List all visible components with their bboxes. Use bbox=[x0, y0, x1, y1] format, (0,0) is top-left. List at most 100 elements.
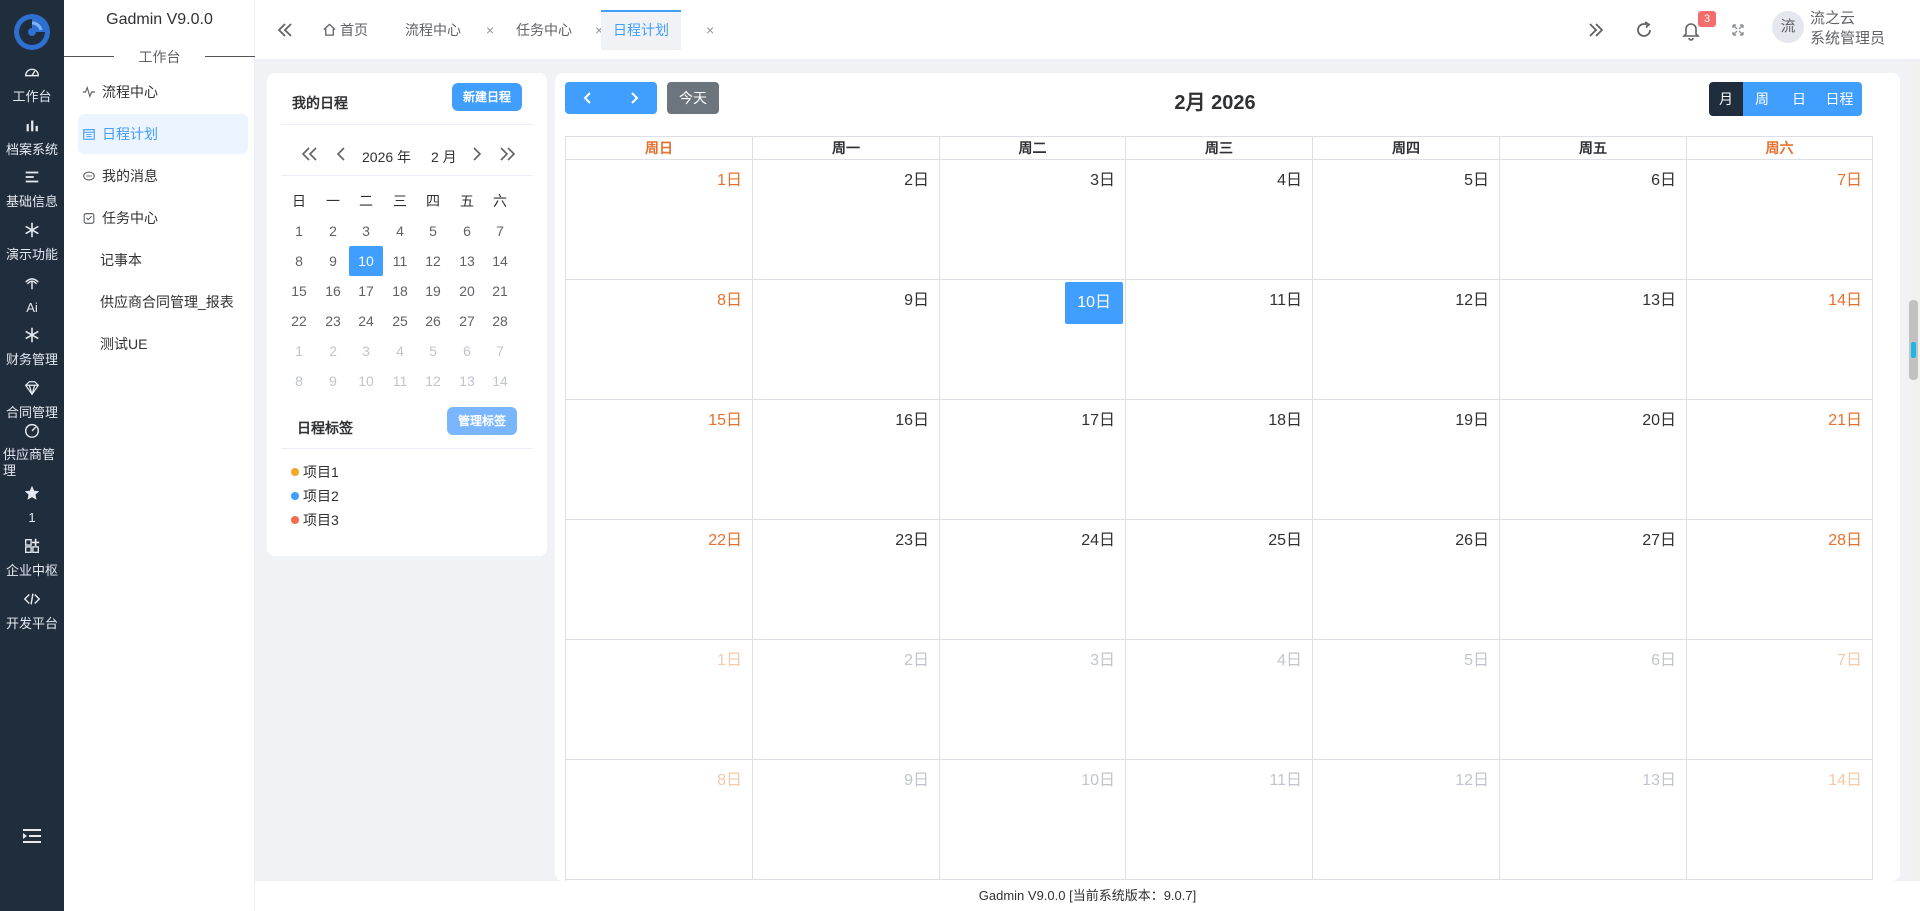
mini-day[interactable]: 26 bbox=[416, 306, 450, 336]
mini-day[interactable]: 19 bbox=[416, 276, 450, 306]
mini-day[interactable]: 7 bbox=[483, 216, 517, 246]
day-cell[interactable]: 25日 bbox=[1126, 520, 1313, 640]
mini-day[interactable]: 25 bbox=[383, 306, 417, 336]
mini-day[interactable]: 22 bbox=[282, 306, 316, 336]
fullscreen-icon[interactable] bbox=[1726, 18, 1750, 42]
day-cell[interactable]: 18日 bbox=[1126, 400, 1313, 520]
view-button-3[interactable]: 日程 bbox=[1817, 82, 1862, 116]
day-cell[interactable]: 9日 bbox=[753, 280, 940, 400]
mini-day[interactable]: 18 bbox=[383, 276, 417, 306]
menu-item-0[interactable]: 流程中心 bbox=[78, 72, 248, 112]
mini-day[interactable]: 10 bbox=[349, 366, 383, 396]
mini-day[interactable]: 13 bbox=[450, 246, 484, 276]
mini-day[interactable]: 6 bbox=[450, 336, 484, 366]
mini-day[interactable]: 5 bbox=[416, 216, 450, 246]
day-cell[interactable]: 28日 bbox=[1687, 520, 1873, 640]
menu-item-1[interactable]: 日程计划 bbox=[78, 114, 248, 154]
mini-day[interactable]: 17 bbox=[349, 276, 383, 306]
mini-day[interactable]: 2 bbox=[316, 336, 350, 366]
mini-day[interactable]: 20 bbox=[450, 276, 484, 306]
rail-item-7[interactable]: 供应商管理 bbox=[0, 421, 64, 479]
next-month-icon[interactable] bbox=[466, 143, 488, 165]
mini-calendar-year[interactable]: 2026 年 bbox=[362, 147, 411, 167]
tab-0[interactable]: 首页 bbox=[322, 10, 368, 50]
day-cell[interactable]: 3日 bbox=[940, 160, 1126, 280]
day-cell[interactable]: 11日 bbox=[1126, 760, 1313, 880]
rail-item-5[interactable]: 财务管理 bbox=[0, 326, 64, 368]
rail-item-9[interactable]: 企业中枢 bbox=[0, 537, 64, 579]
rail-item-3[interactable]: 演示功能 bbox=[0, 221, 64, 263]
day-cell[interactable]: 22日 bbox=[566, 520, 753, 640]
tab-3[interactable]: 日程计划 bbox=[601, 10, 681, 50]
prev-year-icon[interactable] bbox=[299, 143, 321, 165]
day-cell[interactable]: 8日 bbox=[566, 760, 753, 880]
rail-item-6[interactable]: 合同管理 bbox=[0, 379, 64, 421]
menu-item-4[interactable]: 记事本 bbox=[78, 240, 248, 280]
avatar[interactable]: 流 bbox=[1772, 11, 1804, 43]
view-button-1[interactable]: 周 bbox=[1743, 82, 1781, 116]
mini-day[interactable]: 7 bbox=[483, 336, 517, 366]
day-cell[interactable]: 13日 bbox=[1500, 760, 1687, 880]
day-cell[interactable]: 5日 bbox=[1313, 640, 1500, 760]
schedule-tag[interactable]: 项目3 bbox=[291, 510, 339, 530]
view-button-0[interactable]: 月 bbox=[1709, 82, 1743, 116]
day-cell[interactable]: 24日 bbox=[940, 520, 1126, 640]
day-cell[interactable]: 11日 bbox=[1126, 280, 1313, 400]
mini-day[interactable]: 11 bbox=[383, 366, 417, 396]
view-button-2[interactable]: 日 bbox=[1781, 82, 1817, 116]
tab-close-icon[interactable]: × bbox=[486, 10, 494, 50]
day-cell-today[interactable]: 10日 bbox=[940, 280, 1126, 400]
page-scrollbar[interactable] bbox=[1907, 60, 1920, 881]
page-scrollbar-thumb[interactable] bbox=[1909, 300, 1918, 380]
user-name[interactable]: 流之云 bbox=[1810, 9, 1855, 28]
mini-day[interactable]: 16 bbox=[316, 276, 350, 306]
day-cell[interactable]: 9日 bbox=[753, 760, 940, 880]
rail-item-4[interactable]: Ai bbox=[0, 274, 64, 316]
mini-day[interactable]: 9 bbox=[316, 246, 350, 276]
day-cell[interactable]: 1日 bbox=[566, 640, 753, 760]
day-cell[interactable]: 14日 bbox=[1687, 280, 1873, 400]
day-cell[interactable]: 3日 bbox=[940, 640, 1126, 760]
mini-day[interactable]: 3 bbox=[349, 216, 383, 246]
day-cell[interactable]: 7日 bbox=[1687, 160, 1873, 280]
mini-day[interactable]: 9 bbox=[316, 366, 350, 396]
mini-day[interactable]: 8 bbox=[282, 366, 316, 396]
day-cell[interactable]: 8日 bbox=[566, 280, 753, 400]
mini-day[interactable]: 23 bbox=[316, 306, 350, 336]
mini-calendar-month[interactable]: 2 月 bbox=[431, 147, 457, 167]
day-cell[interactable]: 5日 bbox=[1313, 160, 1500, 280]
mini-day[interactable]: 27 bbox=[450, 306, 484, 336]
day-cell[interactable]: 4日 bbox=[1126, 160, 1313, 280]
mini-day[interactable]: 1 bbox=[282, 216, 316, 246]
menu-item-3[interactable]: 任务中心 bbox=[78, 198, 248, 238]
mini-day[interactable]: 14 bbox=[483, 246, 517, 276]
day-cell[interactable]: 7日 bbox=[1687, 640, 1873, 760]
day-cell[interactable]: 2日 bbox=[753, 640, 940, 760]
mini-day[interactable]: 8 bbox=[282, 246, 316, 276]
day-cell[interactable]: 23日 bbox=[753, 520, 940, 640]
rail-item-8[interactable]: 1 bbox=[0, 484, 64, 526]
day-cell[interactable]: 16日 bbox=[753, 400, 940, 520]
menu-item-2[interactable]: 我的消息 bbox=[78, 156, 248, 196]
mini-day[interactable]: 1 bbox=[282, 336, 316, 366]
rail-item-2[interactable]: 基础信息 bbox=[0, 168, 64, 210]
rail-item-1[interactable]: 档案系统 bbox=[0, 116, 64, 158]
day-cell[interactable]: 1日 bbox=[566, 160, 753, 280]
mini-day[interactable]: 24 bbox=[349, 306, 383, 336]
collapse-menu-icon[interactable] bbox=[21, 826, 43, 846]
mini-day[interactable]: 11 bbox=[383, 246, 417, 276]
manage-tags-button[interactable]: 管理标签 bbox=[447, 407, 517, 435]
day-cell[interactable]: 2日 bbox=[753, 160, 940, 280]
day-cell[interactable]: 27日 bbox=[1500, 520, 1687, 640]
schedule-tag[interactable]: 项目2 bbox=[291, 486, 339, 506]
day-cell[interactable]: 12日 bbox=[1313, 280, 1500, 400]
mini-day[interactable]: 13 bbox=[450, 366, 484, 396]
tab-2[interactable]: 任务中心 bbox=[516, 10, 572, 50]
app-logo-icon[interactable] bbox=[12, 12, 52, 52]
day-cell[interactable]: 20日 bbox=[1500, 400, 1687, 520]
menu-item-5[interactable]: 供应商合同管理_报表 bbox=[78, 282, 248, 322]
day-cell[interactable]: 15日 bbox=[566, 400, 753, 520]
day-cell[interactable]: 12日 bbox=[1313, 760, 1500, 880]
tabs-scroll-left-icon[interactable] bbox=[272, 18, 296, 42]
day-cell[interactable]: 14日 bbox=[1687, 760, 1873, 880]
